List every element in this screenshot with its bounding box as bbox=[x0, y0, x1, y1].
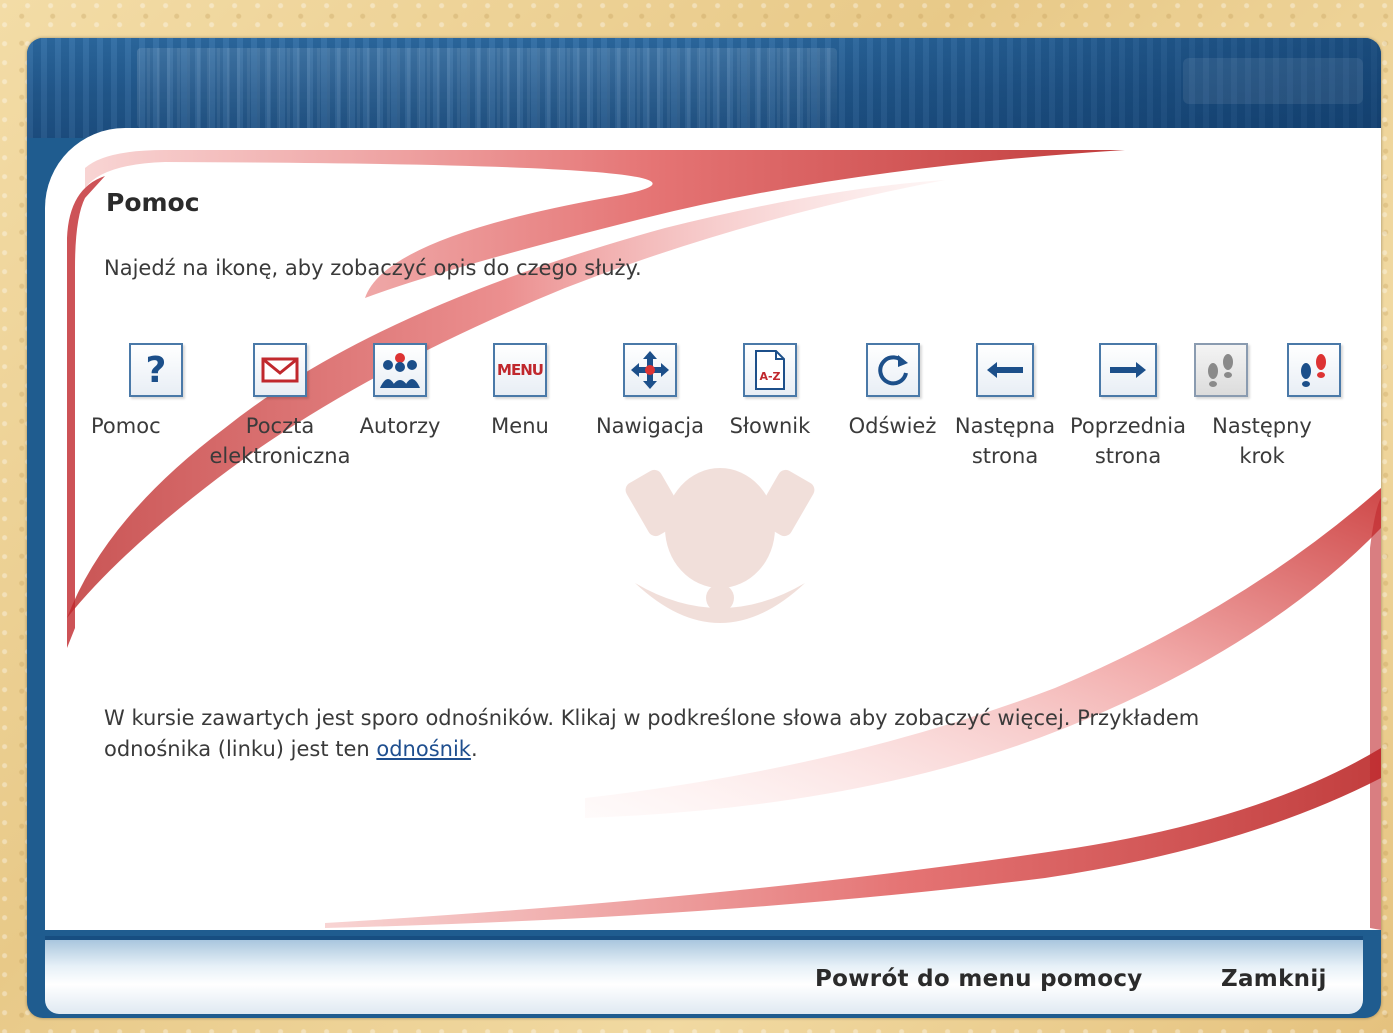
footsteps-active-icon[interactable] bbox=[1286, 343, 1341, 397]
header-building-photo bbox=[137, 48, 837, 128]
icon-label: Autorzy bbox=[359, 414, 441, 438]
icon-item-slownik[interactable]: A-Z Słownik bbox=[710, 343, 830, 441]
note-text-end: . bbox=[470, 737, 478, 761]
arrow-right-icon[interactable] bbox=[1099, 343, 1157, 397]
icon-label: Nawigacja bbox=[595, 414, 705, 438]
header-plate bbox=[1183, 58, 1363, 104]
icon-label: Słownik bbox=[729, 414, 811, 438]
refresh-icon[interactable] bbox=[865, 343, 920, 397]
icon-label: Następny krok bbox=[1212, 414, 1312, 468]
menu-icon-text: MENU bbox=[497, 361, 544, 379]
footsteps-icons bbox=[1187, 343, 1347, 397]
menu-icon[interactable]: MENU bbox=[493, 343, 547, 397]
icon-item-odswiez[interactable]: Odśwież bbox=[830, 343, 955, 441]
page-title: Pomoc bbox=[106, 188, 200, 217]
footsteps-inactive-icon[interactable] bbox=[1193, 343, 1248, 397]
icon-item-nawigacja[interactable]: Nawigacja bbox=[580, 343, 720, 441]
icon-label: Następna strona bbox=[954, 414, 1056, 468]
icon-item-nastepna-strona[interactable]: Następna strona bbox=[945, 343, 1065, 471]
icon-item-menu[interactable]: MENU Menu bbox=[455, 343, 585, 441]
intro-text: Najedź na ikonę, aby zobaczyć opis do cz… bbox=[104, 256, 642, 280]
dictionary-icon-text: A-Z bbox=[759, 370, 780, 383]
note-text: W kursie zawartych jest sporo odnośników… bbox=[104, 706, 1200, 761]
icon-item-poprzednia-strona[interactable]: Poprzednia strona bbox=[1065, 343, 1191, 471]
content-panel: Pomoc Najedź na ikonę, aby zobaczyć opis… bbox=[45, 128, 1381, 930]
links-note: W kursie zawartych jest sporo odnośników… bbox=[104, 703, 1284, 765]
icon-label: Odśwież bbox=[848, 414, 937, 438]
dictionary-icon[interactable]: A-Z bbox=[743, 343, 797, 397]
move-arrows-icon[interactable] bbox=[623, 343, 677, 397]
help-window: Pomoc Najedź na ikonę, aby zobaczyć opis… bbox=[27, 38, 1381, 1018]
footer-bar: Powrót do menu pomocy Zamknij bbox=[45, 936, 1363, 1014]
envelope-icon[interactable] bbox=[253, 343, 307, 397]
question-mark-icon[interactable]: ? bbox=[129, 343, 183, 397]
icon-label: Menu bbox=[491, 414, 549, 438]
close-button[interactable]: Zamknij bbox=[1221, 966, 1327, 992]
arrow-left-icon[interactable] bbox=[976, 343, 1034, 397]
people-group-icon[interactable] bbox=[373, 343, 427, 397]
icon-label: Poprzednia strona bbox=[1069, 414, 1186, 468]
icon-legend: ? Pomoc Poczta elektroniczna Autorzy MEN… bbox=[45, 343, 1381, 483]
icon-item-nastepny-krok[interactable]: Następny krok bbox=[1187, 343, 1347, 471]
header-banner bbox=[27, 38, 1381, 138]
back-to-help-menu-button[interactable]: Powrót do menu pomocy bbox=[815, 966, 1143, 992]
example-link[interactable]: odnośnik bbox=[376, 737, 471, 761]
icon-item-autorzy[interactable]: Autorzy bbox=[335, 343, 465, 441]
